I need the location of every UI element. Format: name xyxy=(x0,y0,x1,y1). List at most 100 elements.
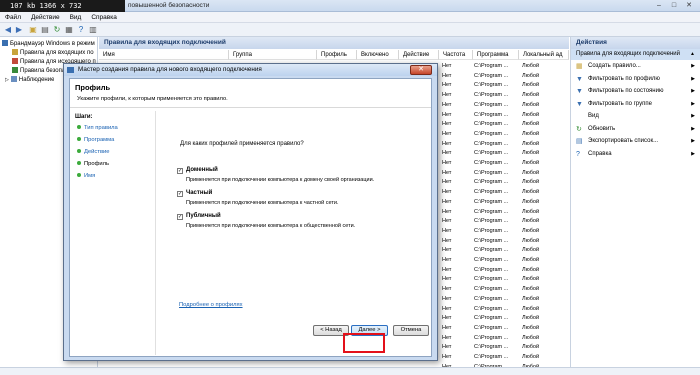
refresh-icon[interactable]: ↻ xyxy=(52,25,62,35)
table-row[interactable]: Нет C:\Program ... Любой xyxy=(439,140,569,149)
tree-item-monitoring[interactable]: ▷ Наблюдение xyxy=(5,76,54,84)
table-row[interactable]: Нет C:\Program ... Любой xyxy=(439,285,569,294)
menu-help[interactable]: Справка xyxy=(86,12,122,23)
action-item[interactable]: ▼ Фильтровать по состоянию ▶ xyxy=(571,85,700,98)
action-item[interactable]: Вид ▶ xyxy=(571,110,700,123)
collapse-arrow-icon[interactable]: ▲ xyxy=(690,49,695,60)
table-cell: Нет xyxy=(442,334,452,341)
table-cell: Нет xyxy=(442,354,452,360)
table-row[interactable]: Нет C:\Program ... Любой xyxy=(439,275,569,284)
column-header-action[interactable]: Действие xyxy=(399,50,439,60)
export-icon[interactable]: ▦ xyxy=(64,25,74,35)
table-cell: Нет xyxy=(442,198,452,205)
menu-view[interactable]: Вид xyxy=(65,12,87,23)
action-item[interactable]: ▼ Фильтровать по группе ▶ xyxy=(571,98,700,111)
column-header-enabled[interactable]: Включено xyxy=(357,50,399,60)
column-header-program[interactable]: Программа xyxy=(473,50,519,60)
checkbox-public[interactable]: ✓ xyxy=(177,214,183,220)
action-item[interactable]: ↻ Обновить ▶ xyxy=(571,123,700,136)
table-row[interactable]: Нет C:\Program ... Любой xyxy=(439,305,569,314)
table-row[interactable]: Нет C:\Program ... Любой xyxy=(439,101,569,110)
step-profile[interactable]: Профиль xyxy=(77,160,109,169)
table-row[interactable]: Нет C:\Program ... Любой xyxy=(439,334,569,343)
table-cell: Любой xyxy=(522,266,540,273)
table-row[interactable]: Нет C:\Program ... Любой xyxy=(439,198,569,207)
table-row[interactable]: Нет C:\Program ... Любой xyxy=(439,169,569,178)
dialog-close-button[interactable]: ✕ xyxy=(410,65,432,75)
table-row[interactable]: Нет C:\Program ... Любой xyxy=(439,295,569,304)
step-name[interactable]: Имя xyxy=(77,172,95,181)
back-arrow-icon[interactable]: ◀ xyxy=(3,25,13,35)
expand-arrow-icon[interactable]: ▷ xyxy=(5,77,9,83)
option-private-desc: Применяется при подключении компьютера к… xyxy=(186,200,339,206)
action-item[interactable]: ▤ Экспортировать список... ▶ xyxy=(571,135,700,148)
table-row[interactable]: Нет C:\Program ... Любой xyxy=(439,246,569,255)
table-row[interactable]: Нет C:\Program ... Любой xyxy=(439,343,569,352)
table-row[interactable]: Нет C:\Program ... Любой xyxy=(439,314,569,323)
window-title: повышенной безопасности xyxy=(128,2,210,9)
table-cell: C:\Program ... xyxy=(474,198,509,205)
help-icon[interactable]: ? xyxy=(76,25,86,35)
table-cell: Нет xyxy=(442,130,452,137)
tree-item-inbound-rules[interactable]: Правила для входящих по xyxy=(12,49,94,57)
table-cell: Любой xyxy=(522,295,540,302)
step-program[interactable]: Программа xyxy=(77,136,114,145)
option-domain-label: Доменный xyxy=(186,167,218,173)
table-row[interactable]: Нет C:\Program ... Любой xyxy=(439,324,569,333)
menu-file[interactable]: Файл xyxy=(0,12,26,23)
table-row[interactable]: Нет C:\Program ... Любой xyxy=(439,159,569,168)
table-cell: C:\Program ... xyxy=(474,227,509,234)
actions-section-header[interactable]: Правила для входящих подключений ▲ xyxy=(571,49,700,60)
table-row[interactable]: Нет C:\Program ... Любой xyxy=(439,353,569,362)
dialog-header: Профиль Укажите профили, к которым приме… xyxy=(70,79,431,108)
table-row[interactable]: Нет C:\Program ... Любой xyxy=(439,237,569,246)
console-tree-icon[interactable]: ▤ xyxy=(40,25,50,35)
step-rule-type[interactable]: Тип правила xyxy=(77,124,118,133)
table-row[interactable]: Нет C:\Program ... Любой xyxy=(439,256,569,265)
table-row[interactable]: Нет C:\Program ... Любой xyxy=(439,178,569,187)
folder-icon[interactable]: ▣ xyxy=(28,25,38,35)
table-row[interactable]: Нет C:\Program ... Любой xyxy=(439,266,569,275)
close-window-button[interactable]: ✕ xyxy=(682,1,696,11)
action-item-label: Вид xyxy=(588,113,599,119)
table-row[interactable]: Нет C:\Program ... Любой xyxy=(439,81,569,90)
properties-icon[interactable]: ▥ xyxy=(88,25,98,35)
next-button-highlight xyxy=(343,333,385,353)
table-cell: Любой xyxy=(522,189,540,196)
forward-arrow-icon[interactable]: ▶ xyxy=(14,25,24,35)
column-header-group[interactable]: Группа xyxy=(229,50,317,60)
checkbox-domain[interactable]: ✓ xyxy=(177,168,183,174)
menu-action[interactable]: Действие xyxy=(26,12,65,23)
column-header-profile[interactable]: Профиль xyxy=(317,50,357,60)
action-item[interactable]: ▼ Фильтровать по профилю ▶ xyxy=(571,73,700,86)
table-cell: C:\Program ... xyxy=(474,189,509,196)
table-row[interactable]: Нет C:\Program ... Любой xyxy=(439,91,569,100)
table-row[interactable]: Нет C:\Program ... Любой xyxy=(439,149,569,158)
table-cell: Нет xyxy=(442,266,452,273)
table-row[interactable]: Нет C:\Program ... Любой xyxy=(439,111,569,120)
table-row[interactable]: Нет C:\Program ... Любой xyxy=(439,120,569,129)
firewall-icon xyxy=(2,40,8,46)
minimize-button[interactable]: – xyxy=(652,1,666,11)
checkbox-private[interactable]: ✓ xyxy=(177,191,183,197)
table-row[interactable]: Нет C:\Program ... Любой xyxy=(439,188,569,197)
column-header-local-address[interactable]: Локальный ад xyxy=(519,50,569,60)
table-row[interactable]: Нет C:\Program ... Любой xyxy=(439,62,569,71)
outbound-rules-icon xyxy=(12,58,18,64)
cancel-button[interactable]: Отмена xyxy=(393,325,429,336)
column-header-name[interactable]: Имя xyxy=(99,50,229,60)
table-cell: C:\Program ... xyxy=(474,257,509,263)
learn-more-profiles-link[interactable]: Подробнее о профилях xyxy=(179,302,243,308)
table-row[interactable]: Нет C:\Program ... Любой xyxy=(439,208,569,217)
table-row[interactable]: Нет C:\Program ... Любой xyxy=(439,130,569,139)
step-action[interactable]: Действие xyxy=(77,148,109,157)
table-cell: Любой xyxy=(522,150,540,157)
table-row[interactable]: Нет C:\Program ... Любой xyxy=(439,227,569,236)
column-header-frequency[interactable]: Частота xyxy=(439,50,473,60)
action-item[interactable]: ? Справка ▶ xyxy=(571,148,700,161)
action-item[interactable]: ▦ Создать правило... ▶ xyxy=(571,60,700,73)
table-row[interactable]: Нет C:\Program ... Любой xyxy=(439,217,569,226)
tree-item-firewall[interactable]: Брандмауэр Windows в режим xyxy=(2,40,95,48)
table-row[interactable]: Нет C:\Program ... Любой xyxy=(439,72,569,81)
maximize-button[interactable]: □ xyxy=(667,1,681,11)
